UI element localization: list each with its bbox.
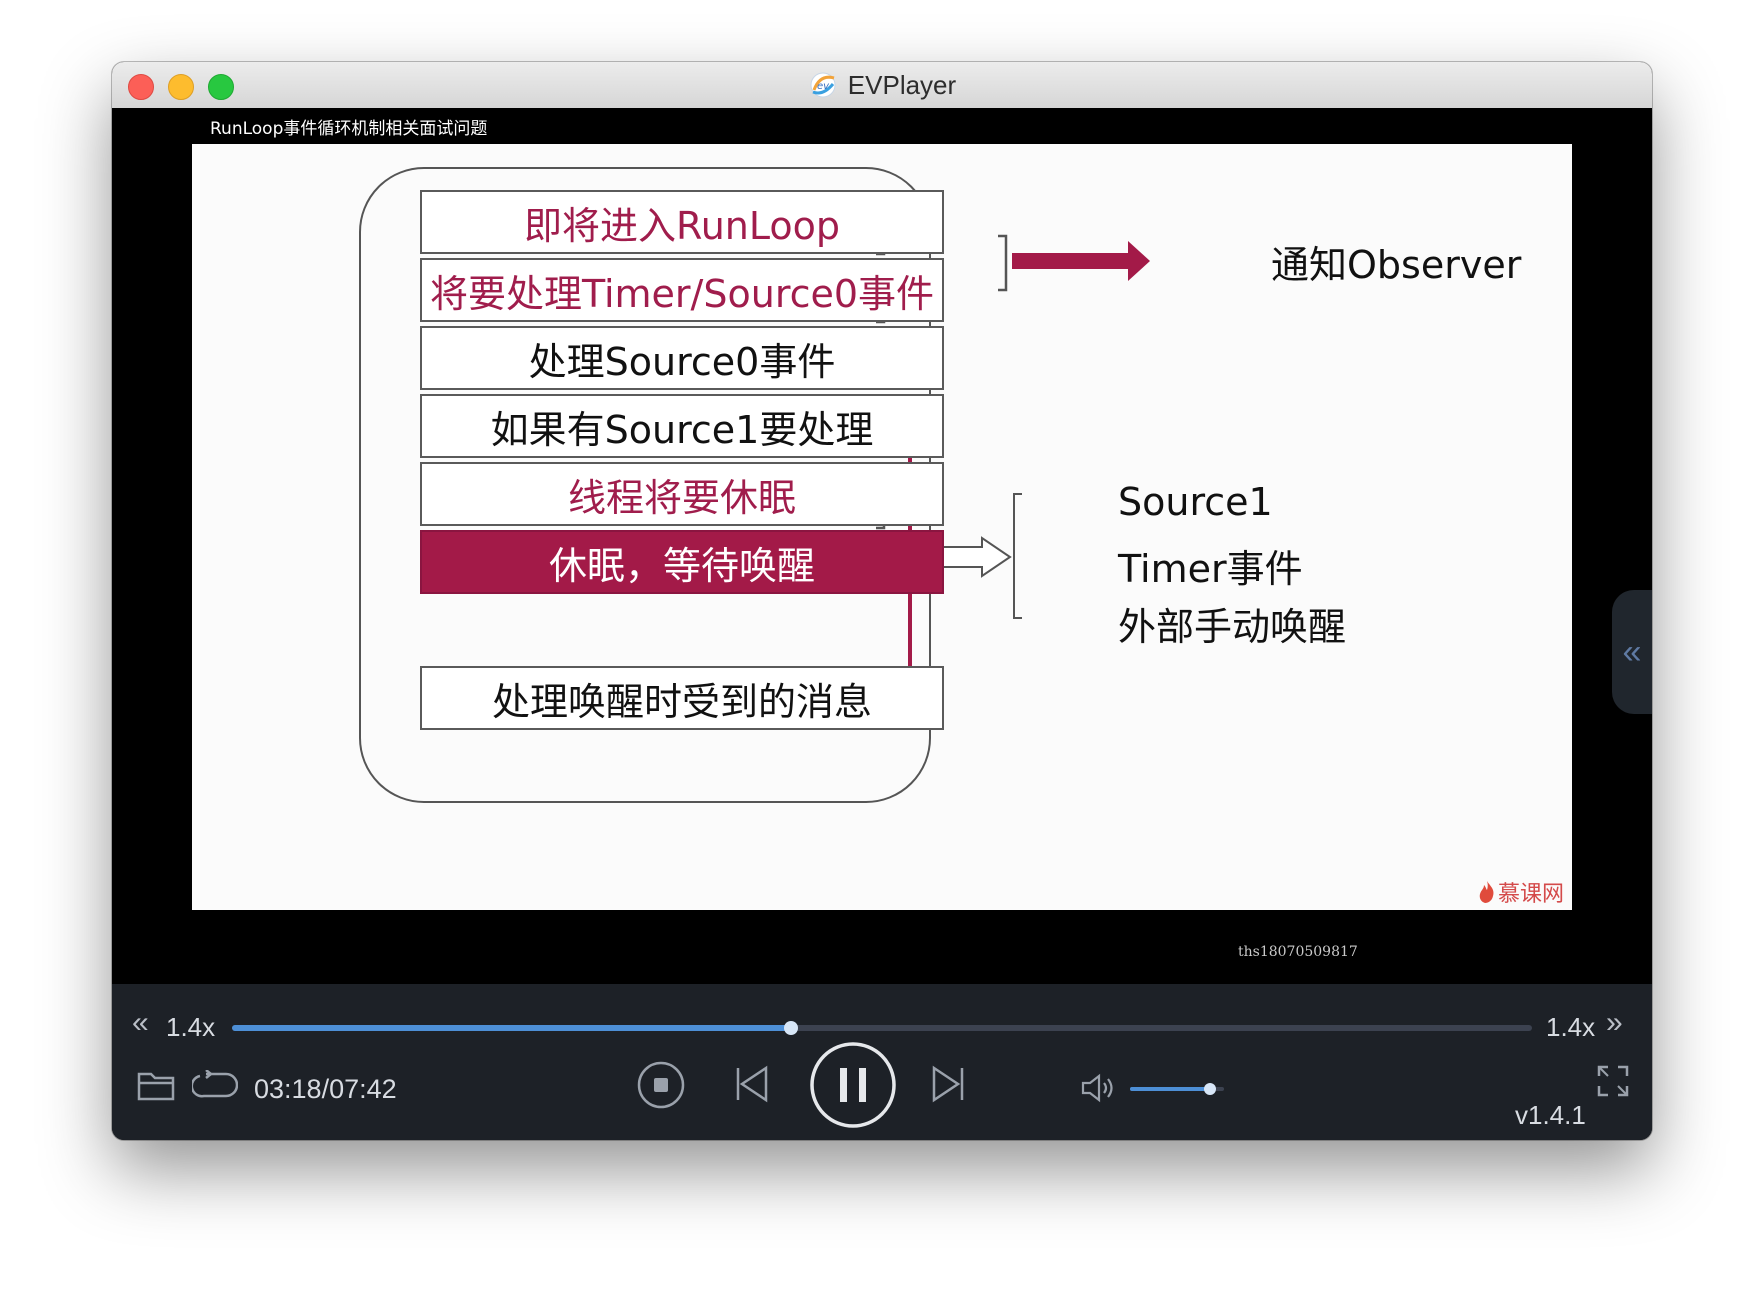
- volume-slider-fill: [1130, 1083, 1216, 1095]
- control-bar: « 1.4x 1.4x » 03:18/07:42 v1.4.1: [112, 984, 1652, 1140]
- svg-text:ev: ev: [817, 81, 830, 92]
- double-chevron-right-icon[interactable]: »: [1606, 1006, 1623, 1040]
- double-chevron-left-icon[interactable]: «: [132, 1006, 149, 1040]
- player-window: ev EVPlayer RunLoop事件循环机制相关面试问题 即将进入RunL…: [112, 62, 1652, 1140]
- seek-slider[interactable]: [232, 1021, 1532, 1035]
- runloop-step-box: 将要处理Timer/Source0事件: [420, 258, 944, 322]
- notify-arrow-shaft: [1012, 253, 1132, 269]
- window-title: EVPlayer: [847, 69, 957, 100]
- runloop-step-box: 如果有Source1要处理: [420, 394, 944, 458]
- playback-speed-right[interactable]: 1.4x: [1546, 1012, 1595, 1043]
- runloop-step-box-highlighted: 休眠，等待唤醒: [420, 530, 944, 594]
- video-area[interactable]: RunLoop事件循环机制相关面试问题 即将进入RunLoop 将要处理Time…: [112, 108, 1652, 1031]
- course-logo: 慕课网: [1478, 876, 1564, 908]
- video-title: RunLoop事件循环机制相关面试问题: [210, 119, 488, 139]
- runloop-step-box: 处理Source0事件: [420, 326, 944, 390]
- seek-slider-handle[interactable]: [784, 1021, 798, 1035]
- runloop-step-box: 处理唤醒时受到的消息: [420, 666, 944, 730]
- evplayer-logo-icon: ev: [810, 72, 836, 98]
- volume-slider-handle[interactable]: [1203, 1083, 1216, 1095]
- time-display: 03:18/07:42: [254, 1074, 397, 1104]
- notify-observer-label: 通知Observer: [1271, 243, 1522, 287]
- wake-source-item: Source1: [1118, 480, 1273, 524]
- wake-source-item: Timer事件: [1118, 547, 1303, 591]
- window-title-group: ev EVPlayer: [112, 62, 1652, 108]
- runloop-step-box: 即将进入RunLoop: [420, 190, 944, 254]
- volume-icon[interactable]: [1080, 1072, 1120, 1104]
- slide: 即将进入RunLoop 将要处理Timer/Source0事件 处理Source…: [192, 144, 1572, 910]
- loop-icon[interactable]: [192, 1070, 238, 1100]
- wake-source-item: 外部手动唤醒: [1118, 605, 1347, 649]
- previous-icon[interactable]: [734, 1064, 770, 1104]
- legend-bracket: [998, 234, 1008, 292]
- course-logo-text: 慕课网: [1497, 882, 1564, 907]
- user-watermark: ths18070509817: [1238, 944, 1358, 960]
- fullscreen-icon[interactable]: [1596, 1064, 1630, 1098]
- seek-slider-fill: [232, 1021, 798, 1035]
- title-bar[interactable]: ev EVPlayer: [112, 62, 1652, 109]
- runloop-step-box: 线程将要休眠: [420, 462, 944, 526]
- folder-icon[interactable]: [136, 1068, 176, 1102]
- stop-icon[interactable]: [636, 1060, 686, 1110]
- side-panel-toggle[interactable]: «: [1612, 590, 1652, 714]
- next-icon[interactable]: [930, 1064, 966, 1104]
- pause-icon[interactable]: [808, 1040, 898, 1130]
- volume-slider[interactable]: [1130, 1083, 1224, 1095]
- flame-icon: [1479, 881, 1494, 903]
- notify-arrow-head: [1128, 241, 1150, 281]
- version-label: v1.4.1: [1515, 1100, 1586, 1130]
- wake-sources-bracket: [1013, 493, 1022, 619]
- side-panel-toggle-icon: «: [1622, 632, 1642, 671]
- playback-speed-left[interactable]: 1.4x: [166, 1012, 215, 1043]
